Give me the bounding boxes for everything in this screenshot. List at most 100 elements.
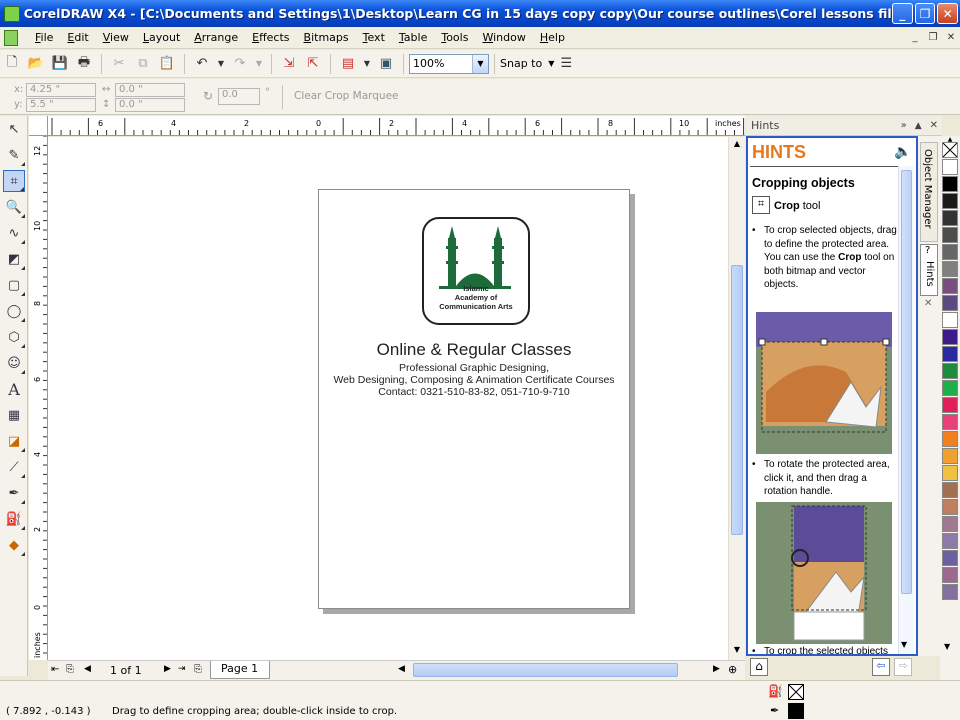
no-color-swatch[interactable] <box>942 142 958 158</box>
tab-object-manager[interactable]: Object Manager <box>920 142 938 242</box>
horizontal-scroll-thumb[interactable] <box>413 663 678 677</box>
color-swatch[interactable] <box>942 482 958 498</box>
color-swatch[interactable] <box>942 465 958 481</box>
text-tool-icon[interactable]: A <box>3 378 25 400</box>
color-swatch[interactable] <box>942 584 958 600</box>
fill-indicator-icon[interactable]: ⛽ <box>768 684 783 698</box>
y-position-field[interactable]: 5.5 " <box>26 98 96 112</box>
rotation-angle-field[interactable]: 0.0 <box>218 88 260 105</box>
speaker-icon[interactable]: 🔈 <box>894 144 911 160</box>
vertical-ruler[interactable]: 12 10 8 6 4 2 0 inches <box>29 136 48 660</box>
import-icon[interactable]: ⇲ <box>279 54 299 74</box>
drawing-canvas[interactable]: Islamic Academy of Communication Arts On… <box>48 137 728 660</box>
page-tab-1[interactable]: Page 1 <box>210 661 270 679</box>
color-swatch[interactable] <box>942 176 958 192</box>
menu-help[interactable]: Help <box>533 31 572 44</box>
shape-tool-icon[interactable]: ✎ <box>3 144 25 166</box>
outline-tool-icon[interactable]: ✒ <box>3 482 25 504</box>
next-page-icon[interactable]: ▶ <box>164 664 171 674</box>
color-swatch[interactable] <box>942 431 958 447</box>
copy-icon[interactable]: ⧉ <box>133 54 153 74</box>
add-page-before-icon[interactable]: ⎘ <box>66 664 74 675</box>
menu-bitmaps[interactable]: Bitmaps <box>297 31 356 44</box>
options-icon[interactable]: ☰ <box>556 54 576 74</box>
zoom-tool-icon[interactable]: 🔍 <box>3 196 25 218</box>
menu-table[interactable]: Table <box>392 31 434 44</box>
color-swatch[interactable] <box>942 414 958 430</box>
color-swatch[interactable] <box>942 550 958 566</box>
color-swatch[interactable] <box>942 159 958 175</box>
cut-icon[interactable]: ✂ <box>109 54 129 74</box>
ellipse-tool-icon[interactable]: ◯ <box>3 300 25 322</box>
color-swatch[interactable] <box>942 397 958 413</box>
interactive-fill-tool-icon[interactable]: ◆ <box>3 534 25 556</box>
menu-window[interactable]: Window <box>475 31 532 44</box>
color-swatch[interactable] <box>942 193 958 209</box>
pick-tool-icon[interactable]: ↖ <box>3 118 25 140</box>
outline-color-swatch[interactable] <box>788 703 804 719</box>
menu-tools[interactable]: Tools <box>434 31 475 44</box>
color-swatch[interactable] <box>942 363 958 379</box>
doc-minimize-button[interactable]: _ <box>906 30 924 46</box>
home-icon[interactable]: ⌂ <box>750 658 768 676</box>
color-swatch[interactable] <box>942 227 958 243</box>
export-icon[interactable]: ⇱ <box>303 54 323 74</box>
menu-effects[interactable]: Effects <box>245 31 296 44</box>
color-swatch[interactable] <box>942 380 958 396</box>
application-launcher-icon[interactable]: ▤ <box>338 54 358 74</box>
color-swatch[interactable] <box>942 295 958 311</box>
menu-arrange[interactable]: Arrange <box>187 31 245 44</box>
menu-layout[interactable]: Layout <box>136 31 187 44</box>
scroll-thumb[interactable] <box>731 265 743 535</box>
color-swatch[interactable] <box>942 278 958 294</box>
color-swatch[interactable] <box>942 312 958 328</box>
horizontal-ruler[interactable]: 6 4 2 0 2 4 6 8 10 inches <box>48 116 745 136</box>
height-field[interactable]: 0.0 " <box>115 98 185 112</box>
first-page-icon[interactable]: ⇤ <box>51 664 59 675</box>
redo-icon[interactable]: ↷ <box>230 54 250 74</box>
width-field[interactable]: 0.0 " <box>115 83 185 97</box>
document-page[interactable]: Islamic Academy of Communication Arts On… <box>318 189 630 609</box>
scroll-down-icon[interactable]: ▼ <box>901 640 907 649</box>
new-icon[interactable]: 🗋 <box>2 54 22 74</box>
color-swatch[interactable] <box>942 329 958 345</box>
x-position-field[interactable]: 4.25 " <box>26 83 96 97</box>
rectangle-tool-icon[interactable]: ▢ <box>3 274 25 296</box>
color-swatch[interactable] <box>942 516 958 532</box>
document-icon[interactable] <box>4 29 18 46</box>
polygon-tool-icon[interactable]: ⬡ <box>3 326 25 348</box>
color-swatch[interactable] <box>942 448 958 464</box>
restore-button[interactable]: ❐ <box>914 3 936 24</box>
redo-dropdown-icon[interactable]: ▼ <box>254 54 264 74</box>
fill-none-swatch[interactable] <box>788 684 804 700</box>
chevron-down-icon[interactable]: ▼ <box>472 54 488 73</box>
tab-hints[interactable]: ? Hints <box>920 244 938 296</box>
undo-dropdown-icon[interactable]: ▼ <box>216 54 226 74</box>
add-page-after-icon[interactable]: ⎘ <box>194 664 202 675</box>
table-tool-icon[interactable]: ▦ <box>3 404 25 426</box>
welcome-screen-icon[interactable]: ▣ <box>376 54 396 74</box>
basic-shapes-tool-icon[interactable]: ☺ <box>3 352 25 374</box>
hints-scrollbar[interactable]: ▼ <box>898 166 914 654</box>
docker-close-icon[interactable]: ✕ <box>930 120 938 131</box>
palette-scroll-down-icon[interactable]: ▼ <box>944 642 950 651</box>
save-icon[interactable]: 💾 <box>50 54 70 74</box>
menu-text[interactable]: Text <box>356 31 392 44</box>
zoom-levels-combo[interactable]: 100% ▼ <box>409 53 489 74</box>
docker-collapse-icon[interactable]: ▲ <box>915 121 922 131</box>
paste-icon[interactable]: 📋 <box>157 54 177 74</box>
snap-to-button[interactable]: Snap to ▼ <box>500 57 554 70</box>
freehand-tool-icon[interactable]: ∿ <box>3 222 25 244</box>
academy-logo[interactable]: Islamic Academy of Communication Arts <box>421 216 531 326</box>
smart-fill-tool-icon[interactable]: ◩ <box>3 248 25 270</box>
menu-view[interactable]: View <box>96 31 136 44</box>
scroll-down-icon[interactable]: ▼ <box>731 645 743 657</box>
close-button[interactable]: ✕ <box>937 3 958 24</box>
color-swatch[interactable] <box>942 210 958 226</box>
previous-page-icon[interactable]: ◀ <box>84 664 91 674</box>
launcher-dropdown-icon[interactable]: ▼ <box>362 54 372 74</box>
menu-edit[interactable]: Edit <box>60 31 95 44</box>
hints-scroll-thumb[interactable] <box>901 170 912 594</box>
outline-pen-icon[interactable]: ✒ <box>770 704 779 717</box>
vertical-scrollbar[interactable]: ▲ ▼ <box>728 137 745 660</box>
